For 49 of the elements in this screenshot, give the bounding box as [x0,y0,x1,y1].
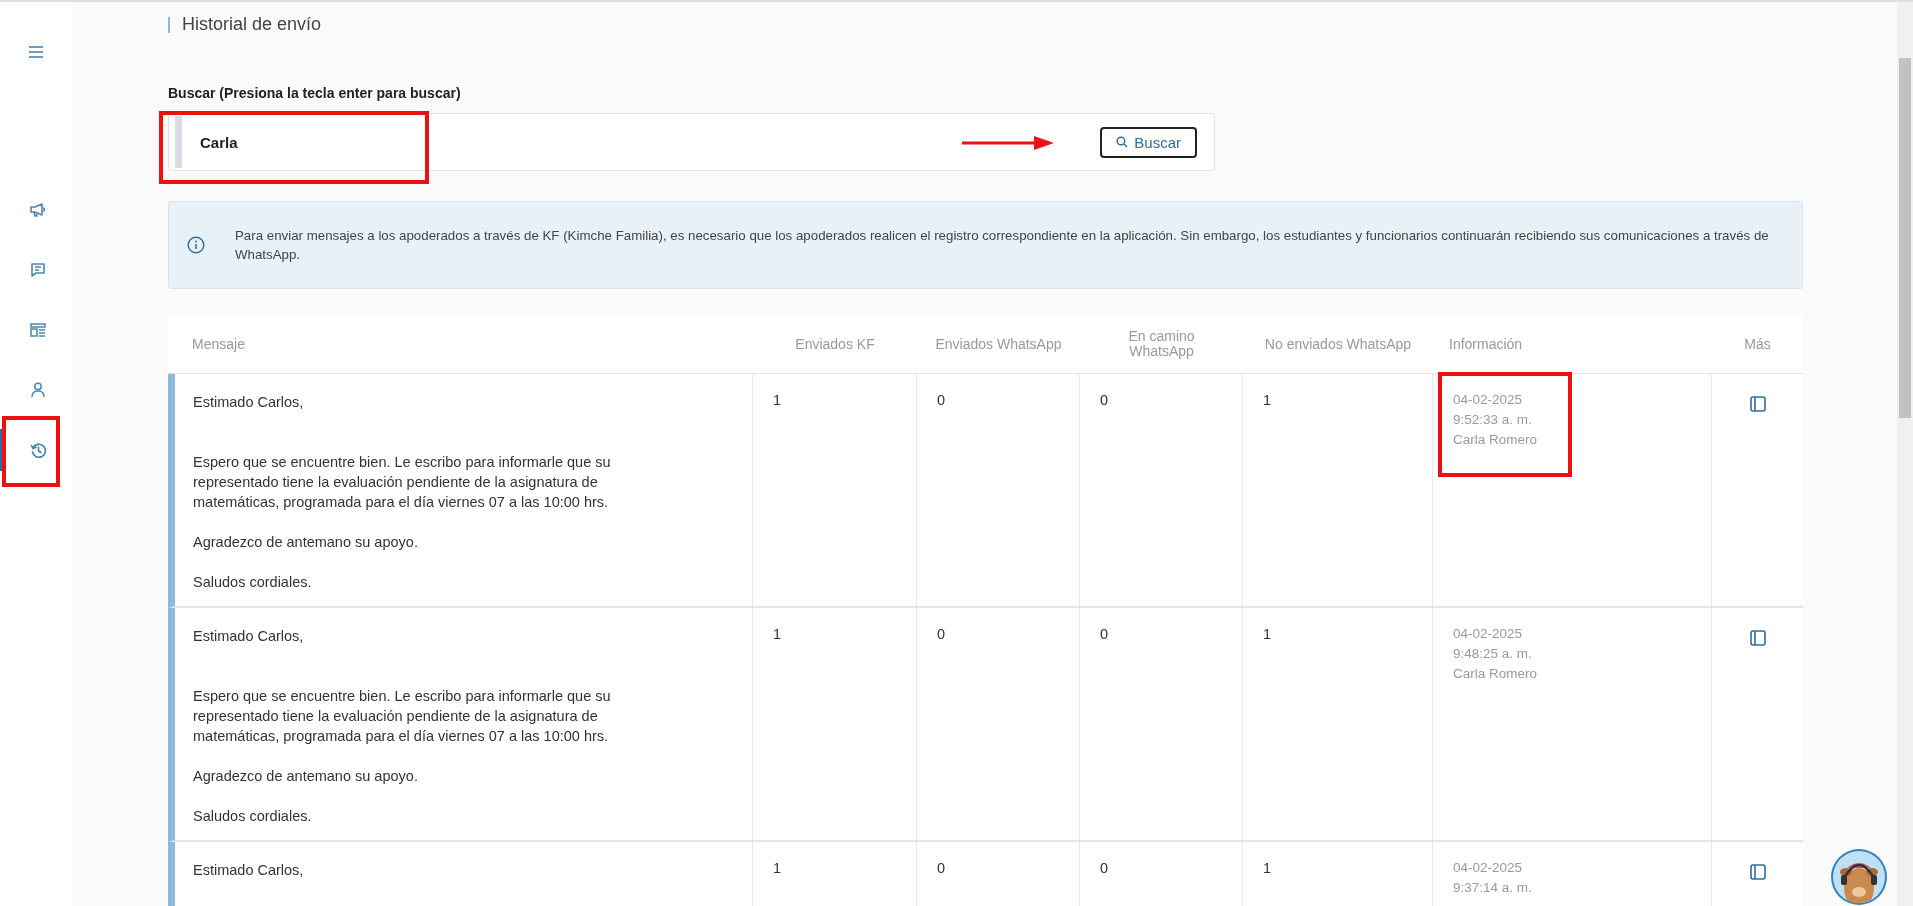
table-cell: 0 [1100,626,1109,642]
info-text: Carla Romero [1453,665,1539,683]
info-text: 04-02-2025 [1453,391,1524,409]
table-cell: 1 [773,626,782,642]
info-text: 04-02-2025 [1453,625,1524,643]
search-icon [1116,136,1129,148]
message-text: Agradezco de antemano su apoyo. [193,767,419,786]
table-cell: 1 [1263,392,1272,408]
panel-icon[interactable] [1749,864,1766,880]
message-text: Estimado Carlos, [193,627,305,646]
table-cell: 1 [773,860,782,876]
search-label: Buscar (Presiona la tecla enter para buscar) [168,85,462,101]
table-cell: 1 [773,392,782,408]
table-cell: 0 [1100,392,1109,408]
notice-text: Para enviar mensajes a los apoderados a través de KF (Kimche Familia), es necesario que los apoderados realicen el registro correspondiente en la aplicación. Sin embargo, los estudiantes y funcionarios continuarán recibiendo sus comunicaciones a través de WhatsApp. [235,227,1770,264]
message-text: Saludos cordiales. [193,573,313,592]
message-text: Estimado Carlos, [193,393,305,412]
column-header: Enviados KF [794,334,876,354]
info-text: 9:52:33 a. m. [1453,411,1533,429]
column-header: En camino WhatsApp [1127,327,1196,361]
message-text: Agradezco de antemano su apoyo. [193,533,419,552]
table-cell: 1 [1263,860,1272,876]
info-icon [187,236,205,254]
panel-icon[interactable] [1749,396,1766,412]
annotation-box [2,416,60,487]
scrollbar[interactable] [1897,2,1913,906]
info-text: 04-02-2025 [1453,859,1524,877]
panel-icon[interactable] [1749,630,1766,646]
column-header: Enviados WhatsApp [934,334,1063,354]
table-cell: 0 [937,626,946,642]
search-button[interactable]: Buscar [1100,126,1197,158]
message-text: Espero que se encuentre bien. Le escribo para informarle que su representado tiene la evaluación pendiente de la asignatura de matemáticas, programada para el día viernes 07 a las 10:00 hrs. [193,687,612,746]
table-cell: 0 [937,860,946,876]
table-cell: 0 [1100,860,1109,876]
info-text: 9:37:14 a. m. [1453,879,1533,897]
message-text: Espero que se encuentre bien. Le escribo para informarle que su representado tiene la evaluación pendiente de la asignatura de matemáticas, programada para el día viernes 07 a las 10:00 hrs. [193,453,612,512]
column-header: Información [1448,334,1524,354]
column-header: No enviados WhatsApp [1263,334,1413,354]
table-cell: 1 [1263,626,1272,642]
column-header: Más [1743,334,1772,354]
message-text: Estimado Carlos, [193,861,305,880]
info-text: 9:48:25 a. m. [1453,645,1533,663]
message-text: Saludos cordiales. [193,807,313,826]
menu-icon[interactable] [29,46,43,58]
column-header: Mensaje [191,334,246,354]
search-field[interactable]: Carla [175,116,415,168]
page-title: Historial de envío [182,14,322,35]
table-cell: 0 [937,392,946,408]
info-text: Carla Romero [1453,431,1539,449]
